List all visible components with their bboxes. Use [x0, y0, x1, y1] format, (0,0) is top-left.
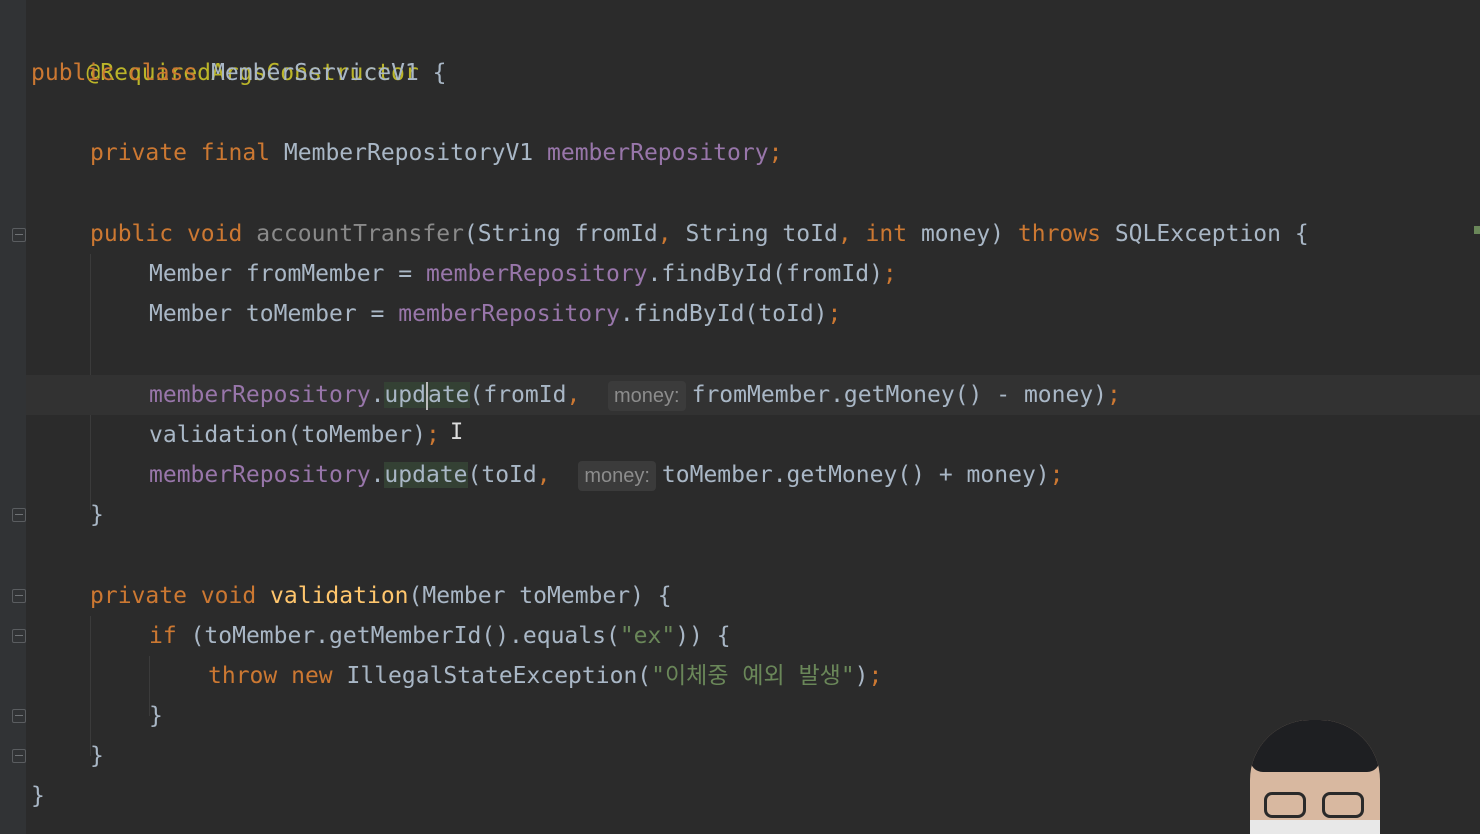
indent-guide — [90, 616, 91, 756]
keyword: int — [865, 221, 908, 247]
keyword: throw — [208, 663, 278, 689]
keyword: public — [90, 221, 174, 247]
method-call-highlight: update — [384, 381, 470, 410]
comma: , — [837, 221, 852, 247]
brace: } — [31, 783, 45, 809]
code-line: throw new IllegalStateException("이체중 예외 … — [208, 656, 882, 696]
semicolon: ; — [1107, 382, 1121, 408]
comma: , — [657, 221, 672, 247]
code-line: @RequiredArgsConstructor — [31, 13, 418, 86]
semicolon: ; — [827, 301, 842, 327]
params: money) — [907, 221, 1018, 247]
condition: )) { — [675, 623, 731, 649]
webcam-overlay — [1250, 720, 1380, 834]
code-line: validation(toMember); — [149, 415, 440, 455]
keyword: if — [149, 623, 177, 649]
code-line: } — [149, 696, 163, 736]
webcam-glasses — [1322, 792, 1364, 818]
field-name: memberRepository — [398, 301, 620, 327]
brace: } — [90, 743, 104, 769]
code-line: memberRepository.update(toId, money: toMe… — [149, 455, 1064, 495]
parameter-hint: money: — [608, 380, 686, 411]
call: .findById(toId) — [619, 301, 828, 327]
semicolon: ; — [1049, 462, 1064, 488]
call: validation(toMember) — [149, 422, 426, 448]
webcam-glasses — [1264, 792, 1306, 818]
code-line: } — [90, 495, 104, 535]
args: toMember.getMoney() + money) — [661, 462, 1050, 488]
keyword: public — [31, 60, 115, 86]
code-line: public class MemberServiceV1 { — [31, 53, 446, 93]
brace: } — [90, 502, 104, 528]
brace: { — [418, 60, 447, 86]
class-name: MemberServiceV1 — [211, 60, 419, 86]
comma: , — [566, 382, 581, 408]
method-text: upd — [384, 382, 426, 408]
webcam-hair — [1250, 720, 1380, 772]
params: (Member toMember) { — [408, 583, 672, 609]
webcam-shirt — [1250, 820, 1380, 834]
code-line: private final MemberRepositoryV1 memberR… — [90, 133, 782, 173]
code-editor[interactable]: @RequiredArgsConstructor public class Me… — [0, 0, 1480, 834]
scroll-marker — [1474, 226, 1480, 234]
keyword: private — [90, 140, 187, 166]
declaration: Member toMember = — [149, 301, 399, 327]
keyword: void — [200, 583, 257, 609]
semicolon: ; — [868, 663, 883, 689]
args: fromMember.getMoney() - money) — [691, 382, 1108, 408]
method-call-highlight: update — [384, 462, 468, 488]
keyword: class — [127, 60, 198, 86]
ibeam-cursor-icon: I — [450, 420, 464, 445]
constructor: IllegalStateException( — [332, 663, 652, 689]
method-text: ate — [427, 382, 470, 408]
type-name: MemberRepositoryV1 — [283, 140, 534, 166]
args: (toId — [467, 462, 537, 488]
semicolon: ; — [882, 261, 897, 287]
code-line: Member fromMember = memberRepository.fin… — [149, 254, 897, 294]
params: String toId — [671, 221, 838, 247]
method-name: accountTransfer — [256, 221, 464, 247]
method-name: validation — [270, 583, 409, 609]
call: .findById(fromId) — [647, 261, 883, 287]
field-name: memberRepository — [149, 462, 371, 488]
field-name: memberRepository — [149, 382, 371, 408]
parameter-hint: money: — [578, 460, 656, 491]
keyword: throws — [1017, 221, 1101, 247]
keyword: new — [291, 663, 333, 689]
keyword: private — [90, 583, 187, 609]
string-literal: "ex" — [619, 623, 676, 649]
field-name: memberRepository — [425, 261, 648, 287]
code-line: public void accountTransfer(String fromI… — [90, 214, 1309, 254]
code-line: private void validation(Member toMember)… — [90, 576, 672, 616]
keyword: void — [186, 221, 243, 247]
keyword: final — [200, 140, 271, 166]
exception-clause: SQLException { — [1100, 221, 1309, 247]
string-literal: "이체중 예외 발생" — [651, 663, 855, 689]
code-line: if (toMember.getMemberId().equals("ex"))… — [149, 616, 731, 656]
semicolon: ; — [425, 422, 440, 448]
code-line: Member toMember = memberRepository.findB… — [149, 294, 841, 334]
args: (fromId — [469, 382, 567, 408]
brace: } — [149, 703, 163, 729]
params: (String fromId — [463, 221, 658, 247]
code-line-current: memberRepository.update(fromId, money: fr… — [26, 375, 1480, 415]
field-name: memberRepository — [547, 140, 769, 166]
declaration: Member fromMember = — [149, 261, 426, 287]
semicolon: ; — [768, 140, 783, 166]
code-line: } — [31, 776, 45, 816]
paren: ) — [854, 663, 869, 689]
code-line: } — [90, 736, 104, 776]
comma: , — [536, 462, 551, 488]
condition: (toMember.getMemberId().equals( — [176, 623, 620, 649]
